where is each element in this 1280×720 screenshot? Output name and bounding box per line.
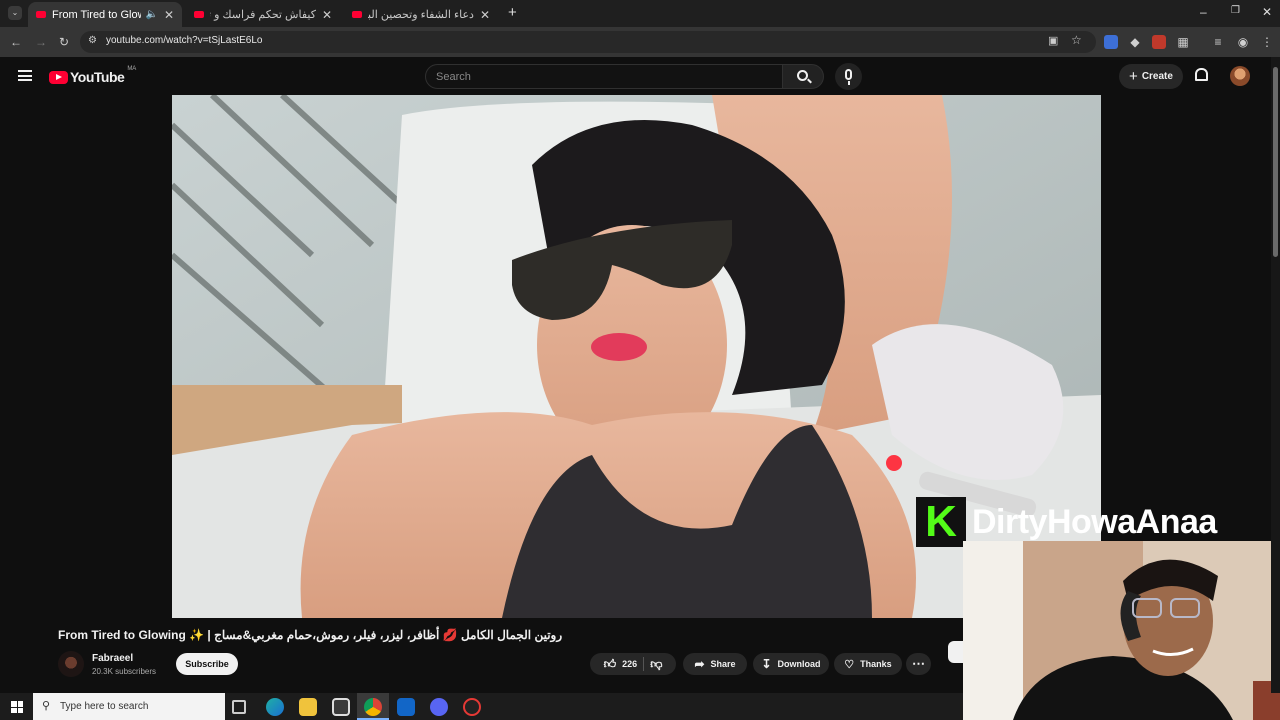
- tab-title: From Tired to Glowing ✨: [52, 9, 141, 21]
- plus-icon: +: [1129, 68, 1138, 85]
- install-app-icon[interactable]: ▣: [1048, 34, 1058, 47]
- close-tab-icon[interactable]: ✕: [480, 8, 490, 22]
- page-scrollbar[interactable]: [1271, 57, 1280, 693]
- like-count: 226: [622, 659, 638, 669]
- share-label: Share: [710, 659, 736, 669]
- close-tab-icon[interactable]: ✕: [322, 8, 332, 22]
- chrome-icon[interactable]: [364, 698, 382, 716]
- obs-recording-icon[interactable]: [463, 698, 481, 716]
- youtube-header: YouTube MA Search + Create: [0, 57, 1270, 95]
- like-button[interactable]: 👍︎ 226: [604, 657, 638, 672]
- notifications-bell-icon[interactable]: [1195, 68, 1208, 81]
- windows-taskbar: ⚲ Type here to search: [0, 693, 963, 720]
- share-button[interactable]: ➦ Share: [683, 653, 747, 675]
- tab-title: كيفاش تحكم فراسك و تقاوم الشَ: [210, 9, 316, 21]
- hamburger-menu-icon[interactable]: [18, 70, 32, 81]
- subscriber-count: 20.3K subscribers: [92, 667, 157, 676]
- scrollbar-thumb[interactable]: [1273, 67, 1278, 257]
- translate-extension-icon[interactable]: [1104, 35, 1118, 49]
- share-arrow-icon: ➦: [694, 657, 705, 671]
- channel-name[interactable]: Fabraeel: [92, 653, 133, 664]
- restore-window-icon[interactable]: ❐: [1231, 5, 1240, 16]
- tab-arabic-2[interactable]: دعاء الشفاء وتحصين البيت من ال ✕: [344, 2, 498, 27]
- thanks-button[interactable]: ♡ Thanks: [834, 653, 902, 675]
- youtube-favicon-icon: [194, 11, 204, 18]
- subscribe-button[interactable]: Subscribe: [176, 653, 238, 675]
- avatar[interactable]: [1230, 66, 1250, 86]
- reload-icon[interactable]: ↻: [57, 35, 71, 49]
- new-tab-button[interactable]: +: [508, 4, 517, 21]
- webcam-frame: [963, 541, 1280, 720]
- create-button[interactable]: + Create: [1119, 64, 1183, 89]
- close-window-icon[interactable]: ✕: [1262, 5, 1272, 19]
- tab-title: دعاء الشفاء وتحصين البيت من ال: [368, 9, 474, 21]
- windows-start-icon[interactable]: [11, 701, 23, 713]
- browser-menu-icon[interactable]: ⋮: [1260, 35, 1274, 49]
- voice-search-button[interactable]: [835, 63, 862, 90]
- close-tab-icon[interactable]: ✕: [164, 8, 174, 22]
- thumbs-down-icon: 👎︎: [650, 656, 663, 671]
- thanks-heart-icon: ♡: [844, 658, 855, 671]
- taskbar-search-input[interactable]: ⚲ Type here to search: [33, 693, 225, 720]
- site-info-icon[interactable]: ⚙: [88, 35, 97, 46]
- youtube-favicon-icon: [36, 11, 46, 18]
- minimize-window-icon[interactable]: –: [1200, 5, 1207, 19]
- url-text[interactable]: youtube.com/watch?v=tSjLastE6Lo: [106, 35, 262, 46]
- more-actions-button[interactable]: ⋯: [906, 653, 931, 675]
- tab-from-tired-to-glowing[interactable]: From Tired to Glowing ✨ 🔈 ✕: [28, 2, 182, 27]
- thanks-label: Thanks: [860, 659, 892, 669]
- discord-app-icon[interactable]: [430, 698, 448, 716]
- red-extension-icon[interactable]: [1152, 35, 1166, 49]
- profile-icon[interactable]: ◉: [1236, 35, 1250, 49]
- outlook-icon[interactable]: [397, 698, 415, 716]
- streamer-name: DirtyHowaAnaa: [972, 502, 1217, 541]
- webcam-overlay: [963, 541, 1280, 720]
- download-label: Download: [777, 659, 821, 669]
- diamond-extension-icon[interactable]: ◆: [1128, 35, 1142, 49]
- youtube-logo[interactable]: YouTube MA: [49, 66, 137, 85]
- search-icon: ⚲: [42, 700, 51, 712]
- thumbs-up-icon: 👍︎: [603, 656, 617, 671]
- kick-logo-icon: K: [916, 497, 966, 547]
- youtube-wordmark: YouTube: [70, 69, 125, 85]
- video-title: From Tired to Glowing ✨ | روتين الجمال ا…: [58, 628, 563, 642]
- edge-browser-icon[interactable]: [266, 698, 284, 716]
- back-arrow-icon[interactable]: ←: [9, 35, 23, 49]
- side-panel-edge[interactable]: [948, 641, 963, 663]
- tab-arabic-1[interactable]: كيفاش تحكم فراسك و تقاوم الشَ ✕: [186, 2, 340, 27]
- bookmark-star-icon[interactable]: ☆: [1071, 33, 1082, 47]
- address-bar[interactable]: ⚙ youtube.com/watch?v=tSjLastE6Lo ▣ ☆: [80, 31, 1096, 53]
- channel-avatar[interactable]: [58, 651, 84, 677]
- more-dots-icon: ⋯: [912, 656, 925, 671]
- dislike-button[interactable]: 👎︎: [650, 657, 662, 672]
- browser-tab-strip: ⌄ From Tired to Glowing ✨ 🔈 ✕ كيفاش تحكم…: [0, 0, 1280, 27]
- browser-toolbar: ← → ↻ ⚙ youtube.com/watch?v=tSjLastE6Lo …: [0, 27, 1280, 57]
- speaker-icon[interactable]: 🔈: [145, 9, 157, 20]
- forward-arrow-icon[interactable]: →: [34, 35, 48, 49]
- streamer-brand: K DirtyHowaAnaa: [916, 497, 1217, 547]
- like-dislike-group: 👍︎ 226 👎︎: [590, 653, 676, 675]
- download-button[interactable]: ↧ Download: [753, 653, 829, 675]
- download-icon: ↧: [761, 657, 772, 671]
- youtube-favicon-icon: [352, 11, 362, 18]
- extensions-puzzle-icon[interactable]: ▦: [1176, 35, 1190, 49]
- task-view-icon[interactable]: [232, 700, 246, 714]
- file-explorer-icon[interactable]: [299, 698, 317, 716]
- create-label: Create: [1141, 71, 1173, 82]
- search-input[interactable]: Search: [425, 64, 783, 89]
- reading-list-icon[interactable]: ≡: [1211, 35, 1225, 49]
- tab-search-chevron-icon[interactable]: ⌄: [8, 6, 22, 20]
- store-icon[interactable]: [332, 698, 350, 716]
- youtube-play-icon: [49, 70, 68, 84]
- region-code: MA: [127, 66, 137, 72]
- search-button[interactable]: [782, 64, 824, 89]
- microphone-icon: [845, 69, 852, 80]
